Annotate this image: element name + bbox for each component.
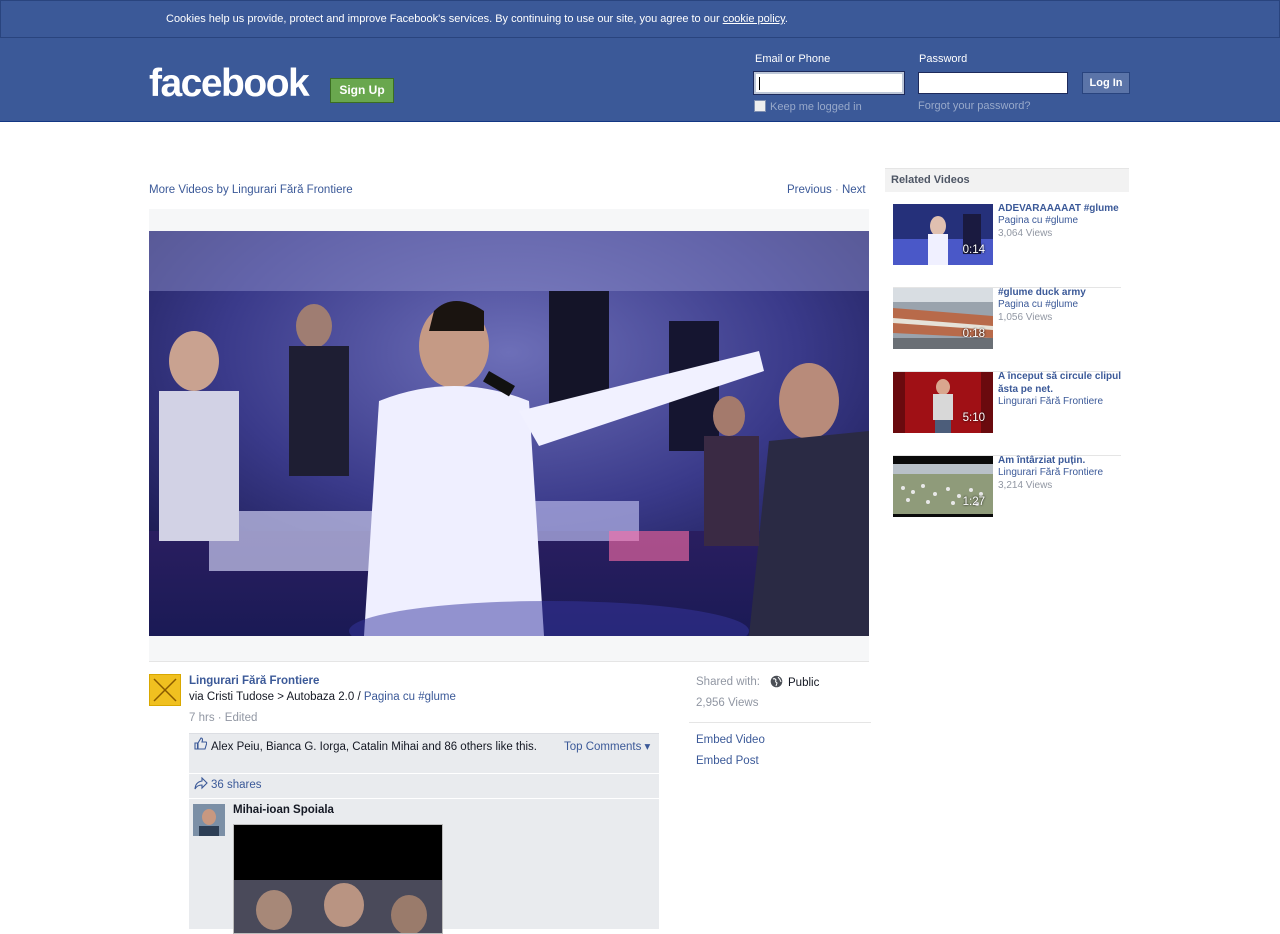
video-frame bbox=[149, 231, 869, 636]
related-video-title[interactable]: #glume duck army bbox=[998, 286, 1123, 299]
facebook-logo[interactable]: facebook bbox=[149, 62, 310, 106]
video-duration: 5:10 bbox=[962, 412, 985, 424]
related-video-views: 1,056 Views bbox=[998, 312, 1053, 323]
share-arrow-icon bbox=[194, 776, 208, 793]
video-duration: 1:27 bbox=[962, 496, 985, 508]
post-author-link[interactable]: Lingurari Fără Frontiere bbox=[189, 675, 319, 687]
keep-logged-in[interactable]: Keep me logged in bbox=[754, 100, 862, 113]
prev-next-nav: Previous · Next bbox=[787, 184, 866, 196]
related-video-source[interactable]: Lingurari Fără Frontiere bbox=[998, 467, 1103, 478]
comment-image[interactable] bbox=[233, 824, 443, 934]
log-in-button[interactable]: Log In bbox=[1082, 72, 1130, 94]
related-video-item[interactable]: 0:18 #glume duck army Pagina cu #glume 1… bbox=[893, 286, 1123, 372]
cookie-banner: Cookies help us provide, protect and imp… bbox=[0, 0, 1280, 38]
related-videos-header: Related Videos bbox=[885, 168, 1129, 192]
email-field[interactable] bbox=[753, 71, 905, 95]
text-cursor bbox=[759, 77, 760, 90]
password-field[interactable] bbox=[918, 72, 1068, 94]
lff-logo-icon bbox=[153, 678, 177, 702]
video-top-bar bbox=[149, 209, 869, 231]
keep-logged-in-checkbox[interactable] bbox=[754, 100, 766, 112]
related-video-thumbnail[interactable]: 1:27 bbox=[893, 456, 993, 517]
divider bbox=[689, 722, 871, 723]
related-video-thumbnail[interactable]: 0:14 bbox=[893, 204, 993, 265]
previous-link[interactable]: Previous bbox=[787, 184, 832, 196]
email-label: Email or Phone bbox=[755, 53, 831, 65]
top-header: facebook Sign Up Email or Phone Password… bbox=[0, 38, 1280, 122]
related-video-views: 3,214 Views bbox=[998, 480, 1053, 491]
next-link[interactable]: Next bbox=[842, 184, 866, 196]
cookie-text: Cookies help us provide, protect and imp… bbox=[166, 13, 788, 25]
shares-link[interactable]: 36 shares bbox=[211, 779, 262, 791]
related-video-source[interactable]: Pagina cu #glume bbox=[998, 299, 1078, 310]
related-video-source[interactable]: Pagina cu #glume bbox=[998, 215, 1078, 226]
related-video-thumbnail[interactable]: 0:18 bbox=[893, 288, 993, 349]
thumbs-up-icon bbox=[194, 737, 208, 753]
cookie-policy-link[interactable]: cookie policy bbox=[723, 13, 785, 25]
shared-with-label: Shared with: bbox=[696, 676, 760, 688]
post-timestamp[interactable]: 7 hrs · Edited bbox=[189, 712, 257, 724]
video-player[interactable] bbox=[149, 231, 869, 636]
page-avatar[interactable] bbox=[149, 674, 181, 706]
video-bottom-bar bbox=[149, 636, 869, 662]
related-video-title[interactable]: A început să circule clipul ăsta pe net. bbox=[998, 370, 1123, 396]
related-video-title[interactable]: Am întârziat puțin. bbox=[998, 454, 1123, 467]
likes-text[interactable]: Alex Peiu, Bianca G. Iorga, Catalin Miha… bbox=[211, 739, 541, 755]
shares-row: 36 shares bbox=[189, 774, 659, 798]
commenter-avatar[interactable] bbox=[193, 804, 225, 836]
post-via: via Cristi Tudose > Autobaza 2.0 / Pagin… bbox=[189, 691, 456, 703]
forgot-password-link[interactable]: Forgot your password? bbox=[918, 100, 1031, 112]
related-video-views: 3,064 Views bbox=[998, 228, 1053, 239]
comment: Mihai-ioan Spoiala bbox=[189, 799, 659, 934]
globe-icon bbox=[770, 675, 783, 688]
sign-up-button[interactable]: Sign Up bbox=[330, 78, 394, 103]
video-duration: 0:18 bbox=[962, 328, 985, 340]
view-count: 2,956 Views bbox=[696, 697, 759, 709]
password-label: Password bbox=[919, 53, 968, 65]
related-video-item[interactable]: 0:14 ADEVARAAAAAT #glume Pagina cu #glum… bbox=[893, 202, 1123, 288]
video-duration: 0:14 bbox=[962, 244, 985, 256]
privacy-public: Public bbox=[770, 675, 819, 689]
embed-post-link[interactable]: Embed Post bbox=[696, 755, 759, 767]
likes-row: Alex Peiu, Bianca G. Iorga, Catalin Miha… bbox=[189, 733, 659, 773]
via-page-link[interactable]: Pagina cu #glume bbox=[364, 691, 456, 703]
related-video-item[interactable]: 5:10 A început să circule clipul ăsta pe… bbox=[893, 370, 1123, 456]
top-comments-dropdown[interactable]: Top Comments ▾ bbox=[564, 739, 650, 753]
embed-video-link[interactable]: Embed Video bbox=[696, 734, 765, 746]
related-video-title[interactable]: ADEVARAAAAAT #glume bbox=[998, 202, 1123, 215]
related-video-thumbnail[interactable]: 5:10 bbox=[893, 372, 993, 433]
related-video-source[interactable]: Lingurari Fără Frontiere bbox=[998, 396, 1103, 407]
more-videos-link[interactable]: More Videos by Lingurari Fără Frontiere bbox=[149, 184, 353, 196]
related-video-item[interactable]: 1:27 Am întârziat puțin. Lingurari Fără … bbox=[893, 454, 1123, 540]
commenter-name[interactable]: Mihai-ioan Spoiala bbox=[233, 804, 334, 816]
